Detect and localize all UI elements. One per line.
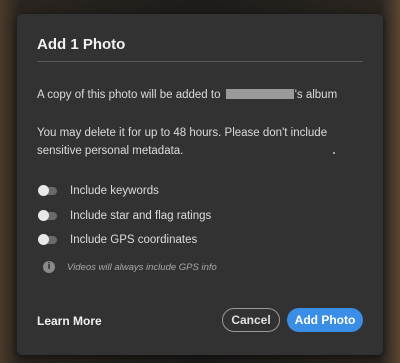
gps-label: Include GPS coordinates: [70, 234, 198, 246]
message-suffix: 's album: [294, 89, 338, 101]
toggle-row-keywords[interactable]: Include keywords: [38, 183, 159, 199]
deletion-notice: You may delete it for up to 48 hours. Pl…: [37, 127, 328, 157]
toggle-knob: [38, 234, 49, 245]
ratings-label: Include star and flag ratings: [70, 210, 212, 222]
keywords-toggle[interactable]: [38, 185, 57, 196]
add-photo-dialog: Add 1 Photo A copy of this photo will be…: [17, 14, 383, 355]
info-row: i Videos will always include GPS info: [43, 261, 217, 273]
redacted-name: [225, 89, 294, 99]
learn-more-link[interactable]: Learn More: [37, 314, 102, 328]
toggle-row-gps[interactable]: Include GPS coordinates: [38, 232, 198, 248]
divider: [37, 61, 363, 62]
message-prefix: A copy of this photo will be added to: [37, 89, 221, 101]
keywords-label: Include keywords: [70, 185, 159, 197]
toggle-knob: [38, 210, 49, 221]
ratings-toggle[interactable]: [38, 210, 57, 221]
toggle-row-ratings[interactable]: Include star and flag ratings: [38, 208, 212, 224]
stray-dot: [333, 152, 335, 154]
dialog-title: Add 1 Photo: [37, 36, 126, 53]
toggle-knob: [38, 185, 49, 196]
gps-toggle[interactable]: [38, 234, 57, 245]
add-photo-button[interactable]: Add Photo: [287, 308, 363, 332]
cancel-button[interactable]: Cancel: [222, 308, 280, 332]
album-message: A copy of this photo will be added to 's…: [37, 86, 337, 104]
info-text: Videos will always include GPS info: [67, 261, 217, 273]
info-icon: i: [43, 261, 55, 273]
